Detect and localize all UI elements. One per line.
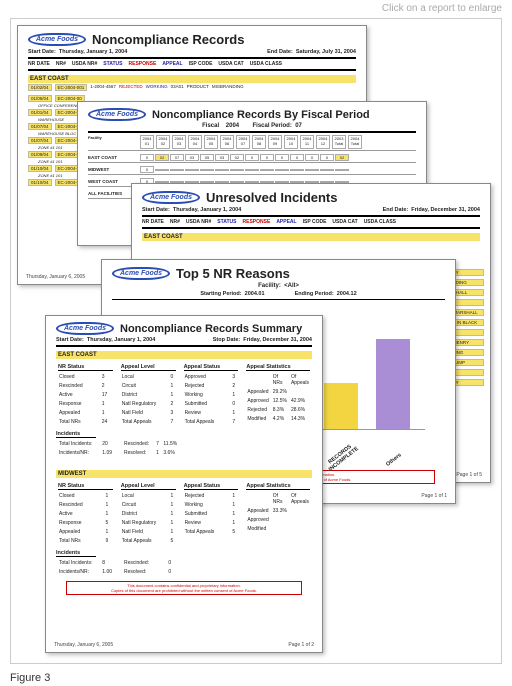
report-fiscal-link[interactable] — [77, 101, 427, 183]
report-unresolved-link[interactable] — [131, 183, 491, 259]
footer-date: Thursday, January 6, 2005 — [26, 274, 85, 280]
figure-label: Figure 3 — [10, 672, 50, 684]
report-stage: Acme Foods Noncompliance Records Start D… — [10, 18, 502, 664]
page-indicator: Page 1 of 5 — [456, 472, 482, 478]
report-summary-link[interactable] — [45, 315, 323, 653]
enlarge-hint: Click on a report to enlarge — [382, 3, 502, 14]
report-noncompliance-link[interactable] — [17, 25, 367, 101]
